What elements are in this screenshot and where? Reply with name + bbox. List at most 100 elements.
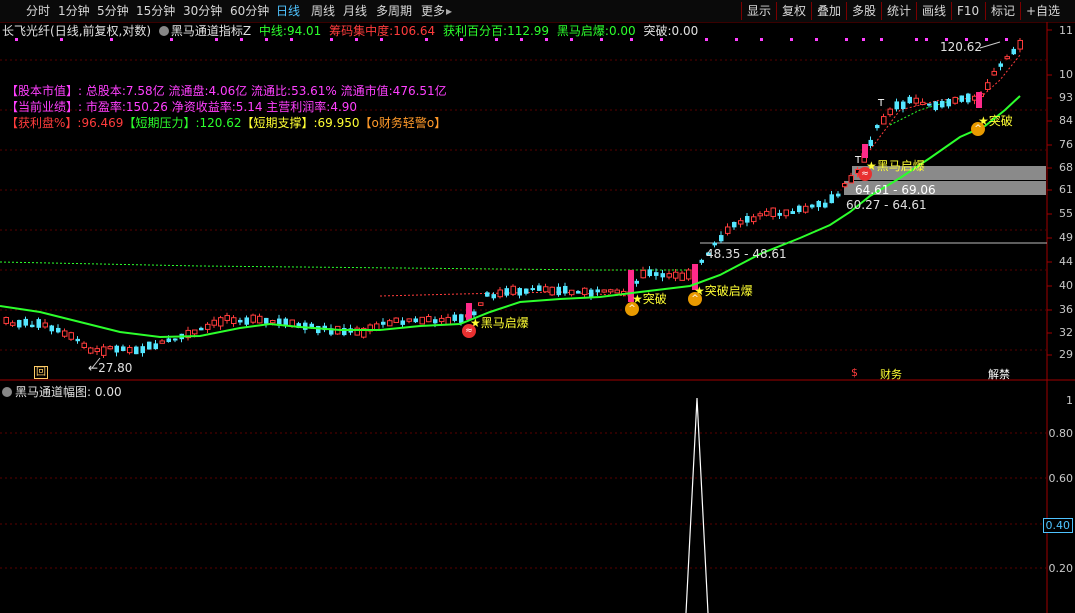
y-label: 11 [1059,24,1073,37]
candle [738,220,744,225]
range-label-3: 48.35 - 48.61 [706,247,787,261]
candle [751,216,757,223]
candle [75,338,80,342]
candle [745,215,750,223]
candle [991,70,997,76]
sub-indicator-dropdown-icon[interactable] [2,387,12,397]
signal-dot [290,38,293,41]
signal-dot [760,38,763,41]
candle [49,325,54,332]
signal-badge-up-icon: ^ [688,292,702,306]
range-label-1: 64.61 - 69.06 [855,183,936,197]
candle [524,288,529,294]
candle [134,346,139,355]
y-label: 68 [1059,161,1073,174]
candle [576,290,581,294]
candle [959,95,964,102]
candle [614,289,620,294]
candle [62,330,68,337]
candle [803,205,809,213]
candle [881,116,887,125]
y-label: 55 [1059,207,1073,220]
candle [452,314,457,321]
candle [406,318,412,322]
candle [589,289,594,297]
candle [810,204,815,208]
finance-warning: 【o财务轻警o】 [359,116,447,130]
signal-dot [110,38,113,41]
candle [56,327,61,333]
signal-dot [1005,38,1008,41]
candle [23,318,28,326]
marker-unlock[interactable]: 解禁 [988,366,1010,382]
candle [153,343,158,350]
candle [68,332,74,340]
signal-dot [240,38,243,41]
candle [927,103,932,106]
sub-y-label: 1 [1066,394,1073,407]
candle [127,346,133,354]
candle [517,288,522,296]
signal-dot [815,38,818,41]
signal-dot [862,38,865,41]
candle [556,286,561,296]
signal-dot [630,38,633,41]
signal-dot [215,38,218,41]
candle [478,302,484,306]
candle [42,322,48,328]
signal-mixed-1: ★突破启爆 [694,284,753,298]
short-resistance: 【短期压力】:120.62 [123,116,242,130]
signal-horse-2: ★黑马启爆 [866,159,925,173]
sub-spike [685,397,709,613]
candle [374,323,380,331]
signal-dot [790,38,793,41]
y-label: 61 [1059,183,1073,196]
signal-dot [660,38,663,41]
signal-dot [570,38,573,41]
candle [777,212,782,216]
candle [770,207,776,217]
signal-dot [915,38,918,41]
signal-dot [355,38,358,41]
signal-dot [170,38,173,41]
signal-badge-up-icon: ^ [971,122,985,136]
marker-finance[interactable]: 财务 [880,366,902,382]
candle [199,327,204,331]
candle [887,108,893,116]
signal-dot [845,38,848,41]
signal-dot [545,38,548,41]
performance-tag: 【当前业绩】: [6,100,83,114]
signal-dot [925,38,928,41]
candle [270,319,276,324]
y-label: 10 [1059,68,1073,81]
candle [224,315,230,321]
signal-dot [705,38,708,41]
candle [192,329,198,335]
signal-break-text: 突破 [642,292,667,306]
candle [966,93,971,103]
candle [510,285,516,295]
signal-horse-text: 黑马启爆 [876,159,925,173]
y-label: 44 [1059,255,1073,268]
candle [563,285,568,294]
marker-back[interactable]: 回 [34,366,48,379]
candle [920,101,926,106]
sub-panel-title[interactable]: 黑马通道幅图 [15,385,87,399]
high-marker-line [979,41,1001,49]
candle [400,320,405,325]
upper-channel [869,54,1021,151]
profit-percent: 【获利盘%】:96.469 [6,116,124,130]
signal-dot [600,38,603,41]
candle [530,288,535,291]
candle [933,101,938,111]
marker-dollar[interactable]: $ [851,366,858,379]
candle [783,209,789,217]
candle [94,348,100,353]
sub-y-label: 0.60 [1048,472,1074,485]
candle [836,193,841,197]
candle [1004,56,1010,60]
signal-dot [880,38,883,41]
y-label: 40 [1059,279,1073,292]
info-line-levels: 【获利盘%】:96.469【短期压力】:120.62【短期支撑】:69.950【… [6,114,446,131]
candle [549,286,555,296]
